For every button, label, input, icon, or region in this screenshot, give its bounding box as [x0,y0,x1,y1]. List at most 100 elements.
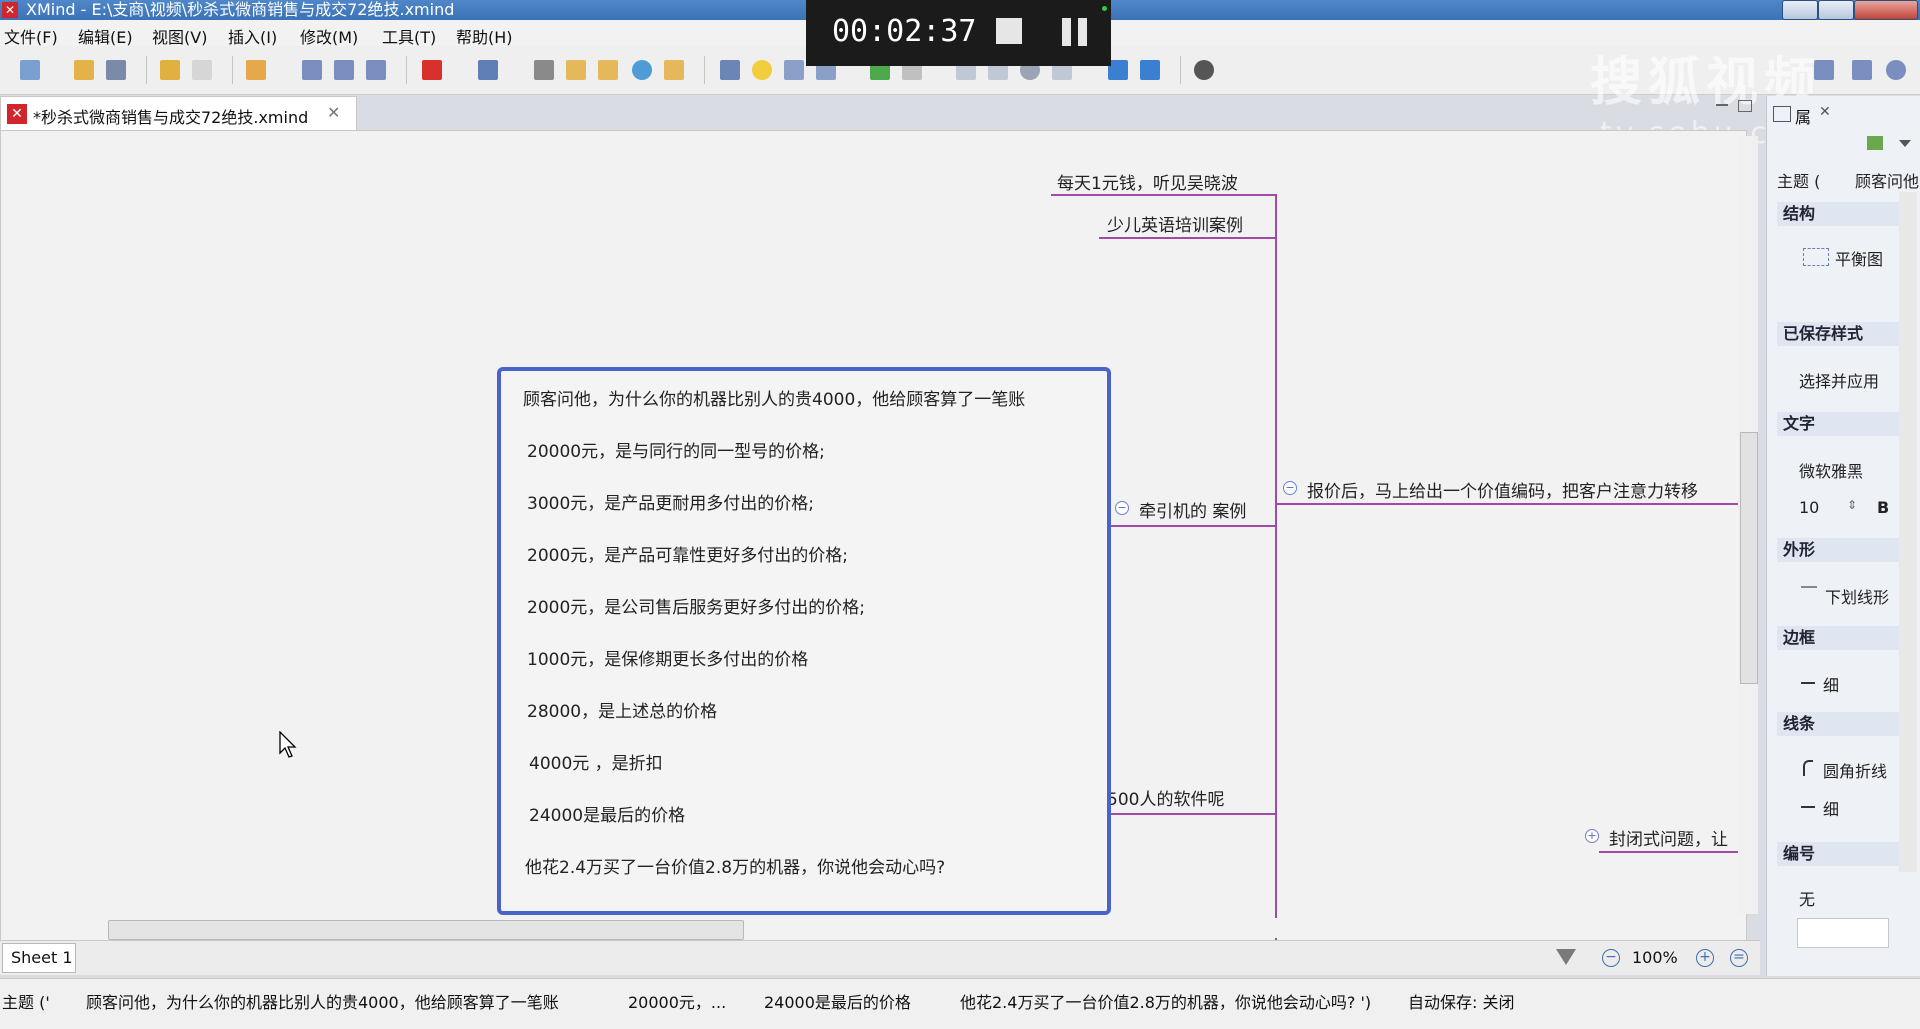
subtopic-icon[interactable] [302,60,322,80]
redo-icon[interactable] [192,60,212,80]
topic-branch3[interactable]: 牵引机的 案例 [1139,497,1246,522]
presentation-icon[interactable] [720,60,740,80]
panel-menu-icon[interactable] [1899,140,1911,147]
topic-right2[interactable]: 封闭式问题，让 [1609,825,1728,850]
topic-branch1[interactable]: 每天1元钱，听见吴晓波 [1057,169,1238,194]
font-size-value[interactable]: 10 [1799,498,1819,517]
topic-label: 主题 ( [1777,172,1821,191]
zoom-in-icon[interactable]: + [1696,949,1714,967]
menu-file[interactable]: 文件(F) [4,24,58,48]
properties-panel: 属 ✕ 主题 ( 顾客问他 结构 平衡图 已保存样式 选择并应用 文字 微软雅黑… [1766,96,1920,976]
menu-tools[interactable]: 工具(T) [382,24,436,48]
saved-style-section[interactable]: 已保存样式 [1777,322,1913,346]
sheet-bar: Sheet 1 − 100% + = [0,940,1760,975]
close-tab-icon[interactable]: ✕ [327,103,340,122]
minimize-editor-icon[interactable] [1716,104,1728,106]
numbering-value[interactable]: 无 [1799,886,1815,910]
shape-value[interactable]: 下划线形 [1825,584,1889,608]
border-section[interactable]: 边框 [1777,626,1913,650]
saved-style-value[interactable]: 选择并应用 [1799,368,1879,392]
notes-icon[interactable] [598,60,618,80]
recording-indicator-icon [1102,6,1107,11]
vertical-scrollbar[interactable] [1738,136,1758,914]
maximize-button[interactable] [1818,0,1854,20]
line-width-icon [1801,806,1815,808]
attachment-icon[interactable] [534,60,554,80]
note-line: 20000元，是与同行的同一型号的价格; [527,442,825,462]
note-line: 顾客问他，为什么你的机器比别人的贵4000，他给顾客算了一笔账 [523,390,1026,410]
gear-icon[interactable] [1194,60,1214,80]
insert-topic-icon[interactable] [246,60,266,80]
font-family-value[interactable]: 微软雅黑 [1799,458,1863,482]
sheet-tab[interactable]: Sheet 1 [2,943,76,973]
marker-flag-icon[interactable] [422,60,442,80]
properties-tab-label: 属 [1795,108,1812,127]
export-icon[interactable] [1140,60,1160,80]
collapse-right1-icon[interactable]: − [1283,481,1297,495]
status-bar: 主题 (' 顾客问他，为什么你的机器比别人的贵4000，他给顾客算了一笔账 20… [0,978,1920,1029]
text-section[interactable]: 文字 [1777,412,1913,436]
menu-edit[interactable]: 编辑(E) [78,24,133,48]
status-topic-prefix: 主题 (' [2,993,50,1012]
note-line: 4000元 ，是折扣 [529,754,663,774]
maximize-editor-icon[interactable] [1738,100,1752,112]
brainstorm-icon[interactable] [752,60,772,80]
upload-icon[interactable] [1108,60,1128,80]
numbering-input[interactable] [1797,918,1889,948]
fit-icon[interactable]: = [1730,949,1748,967]
new-icon[interactable] [20,60,40,80]
pause-icon[interactable] [1062,18,1088,46]
autosave-status: 自动保存: 关闭 [1408,993,1515,1012]
collapse-branch3-icon[interactable]: − [1115,501,1129,515]
line-width-value[interactable]: 细 [1823,796,1839,820]
audio-note-icon[interactable] [664,60,684,80]
line-shape-value[interactable]: 圆角折线 [1823,758,1887,782]
structure-value[interactable]: 平衡图 [1835,246,1883,270]
stop-icon[interactable] [996,18,1022,44]
close-button[interactable] [1854,0,1918,20]
undo-icon[interactable] [160,60,180,80]
window-title: XMind - E:\支商\视频\秒杀式微商销售与成交72绝技.xmind [26,0,455,19]
hyperlink-icon[interactable] [632,60,652,80]
editor-tab[interactable]: ✕ *秒杀式微商销售与成交72绝技.xmind ✕ [0,96,357,131]
note-line: 他花2.4万买了一台价值2.8万的机器，你说他会动心吗? [525,858,946,878]
boundary-icon[interactable] [334,60,354,80]
zoom-out-icon[interactable]: − [1602,949,1620,967]
selected-topic-note[interactable]: 顾客问他，为什么你的机器比别人的贵4000，他给顾客算了一笔账 20000元，是… [497,367,1111,915]
properties-tab[interactable]: 属 ✕ [1773,102,1833,127]
vertical-scroll-thumb[interactable] [1740,432,1758,684]
search-icon[interactable] [1886,60,1906,80]
line-section[interactable]: 线条 [1777,712,1913,736]
minimize-button[interactable] [1782,0,1818,20]
menu-help[interactable]: 帮助(H) [456,24,513,48]
structure-section[interactable]: 结构 [1777,202,1913,226]
branch3-underline [1109,525,1277,527]
panel-vertical-scrollbar[interactable] [1899,192,1917,872]
border-value[interactable]: 细 [1823,672,1839,696]
filter-icon[interactable] [1556,949,1576,965]
horizontal-scroll-thumb[interactable] [108,920,744,940]
gantt-icon[interactable] [784,60,804,80]
menu-view[interactable]: 视图(V) [152,24,207,48]
numbering-section[interactable]: 编号 [1777,842,1913,866]
shape-section[interactable]: 外形 [1777,538,1913,562]
close-properties-icon[interactable]: ✕ [1819,104,1831,120]
menu-modify[interactable]: 修改(M) [300,24,358,48]
pin-icon[interactable] [1867,136,1883,150]
layout-icon[interactable] [1852,60,1872,80]
save-icon[interactable] [106,60,126,80]
note-line: 1000元，是保修期更长多付出的价格 [527,650,809,670]
relationship-icon[interactable] [366,60,386,80]
image-icon[interactable] [478,60,498,80]
bold-button[interactable]: B [1877,498,1889,517]
open-icon[interactable] [74,60,94,80]
topic-right1[interactable]: 报价后，马上给出一个价值编码，把客户注意力转移 [1307,477,1698,502]
zoom-level: 100% [1632,948,1678,967]
mindmap-canvas[interactable]: 每天1元钱，听见吴晓波 少儿英语培训案例 − 牵引机的 案例 + 你去找一个，有… [0,130,1747,944]
font-size-stepper-icon[interactable]: ⇕ [1847,498,1857,512]
label-icon[interactable] [566,60,586,80]
topic-branch2[interactable]: 少儿英语培训案例 [1107,211,1243,236]
expand-right2-icon[interactable]: + [1585,829,1599,843]
menu-insert[interactable]: 插入(I) [228,24,277,48]
xmind-logo-icon: ✕ [2,2,18,18]
